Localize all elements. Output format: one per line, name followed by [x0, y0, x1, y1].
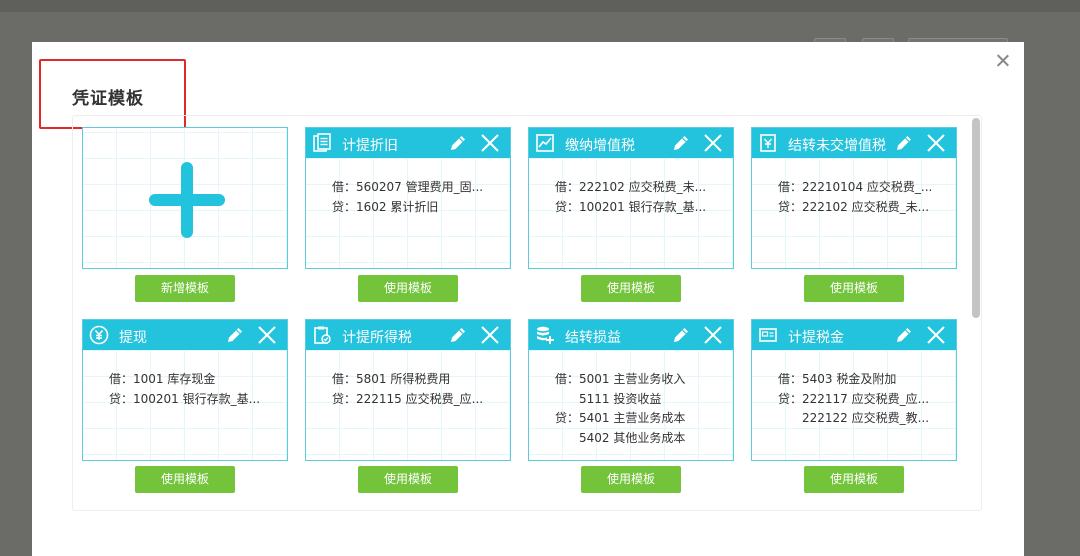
entry-line: 贷：222115 应交税费_应... [332, 391, 484, 406]
card-title: 结转损益 [565, 330, 621, 346]
template-card: 结转未交增值税 借：22210104 应交税费_... 贷：222102 应交税… [751, 127, 957, 269]
close-icon[interactable] [703, 133, 723, 153]
entry-line: 222122 应交税费_教... [778, 411, 930, 425]
pencil-icon[interactable] [894, 133, 914, 153]
use-template-button[interactable]: 使用模板 [358, 466, 458, 493]
pencil-icon[interactable] [448, 325, 468, 345]
card-header: 缴纳增值税 [529, 128, 733, 158]
entry-line: 借：1001 库存现金 [109, 372, 216, 386]
clipboard-check-icon [314, 326, 331, 344]
close-icon[interactable] [703, 325, 723, 345]
template-card: 计提所得税 借：5801 所得税费用 贷：222115 应交税费_应... [305, 319, 511, 461]
entry-line: 借：5403 税金及附加 [778, 372, 897, 386]
pencil-icon[interactable] [894, 325, 914, 345]
yen-circle-icon [89, 325, 109, 345]
document-list-icon [313, 133, 331, 152]
pencil-icon[interactable] [671, 325, 691, 345]
background-top-bar [0, 0, 1080, 12]
pencil-icon[interactable] [671, 133, 691, 153]
yen-transfer-icon [760, 134, 776, 152]
entry-line: 5111 投资收益 [555, 391, 662, 406]
entry-lines: 借：5403 税金及附加 贷：222117 应交税费_应... 222122 应… [778, 370, 929, 429]
use-template-button[interactable]: 使用模板 [135, 466, 235, 493]
use-template-button[interactable]: 使用模板 [804, 466, 904, 493]
use-template-button[interactable]: 使用模板 [581, 466, 681, 493]
entry-lines: 借：222102 应交税费_未... 贷：100201 银行存款_基... [555, 178, 706, 217]
template-card: 提现 借：1001 库存现金 贷：100201 银行存款_基... [82, 319, 288, 461]
close-icon[interactable] [480, 133, 500, 153]
entry-line: 贷：222102 应交税费_未... [778, 199, 930, 214]
card-title: 缴纳增值税 [565, 138, 635, 154]
entry-line: 借：222102 应交税费_未... [555, 180, 707, 194]
card-title: 计提折旧 [342, 138, 398, 154]
close-icon[interactable] [257, 325, 277, 345]
entry-line: 5402 其他业务成本 [555, 430, 686, 445]
entry-line: 贷：5401 主营业务成本 [555, 411, 686, 425]
entry-lines: 借：1001 库存现金 贷：100201 银行存款_基... [109, 370, 260, 409]
close-icon[interactable] [992, 50, 1014, 72]
entry-line: 贷：100201 银行存款_基... [109, 391, 261, 406]
close-icon[interactable] [926, 325, 946, 345]
entry-line: 借：5801 所得税费用 [332, 372, 451, 386]
close-icon[interactable] [926, 133, 946, 153]
add-template-button[interactable]: 新增模板 [135, 275, 235, 302]
use-template-button[interactable]: 使用模板 [358, 275, 458, 302]
entry-lines: 借：5001 主营业务收入 5111 投资收益 贷：5401 主营业务成本 54… [555, 370, 685, 448]
use-template-button[interactable]: 使用模板 [804, 275, 904, 302]
card-header: 计提税金 [752, 320, 956, 350]
entry-line: 贷：100201 银行存款_基... [555, 199, 707, 214]
card-title: 提现 [119, 330, 147, 346]
card-header: 提现 [83, 320, 287, 350]
card-header: 计提所得税 [306, 320, 510, 350]
entry-lines: 借：5801 所得税费用 贷：222115 应交税费_应... [332, 370, 483, 409]
entry-line: 借：560207 管理费用_固... [332, 180, 484, 194]
tax-tag-icon [759, 328, 777, 342]
use-template-button[interactable]: 使用模板 [581, 275, 681, 302]
entry-line: 借：22210104 应交税费_... [778, 180, 933, 194]
entry-line: 借：5001 主营业务收入 [555, 372, 686, 386]
new-template-card[interactable] [82, 127, 288, 269]
entry-line: 贷：1602 累计折旧 [332, 199, 439, 214]
card-title: 计提税金 [788, 330, 844, 346]
entry-lines: 借：560207 管理费用_固... 贷：1602 累计折旧 [332, 178, 483, 217]
card-header: 结转损益 [529, 320, 733, 350]
template-card: 缴纳增值税 借：222102 应交税费_未... 贷：100201 银行存款_基… [528, 127, 734, 269]
entry-line: 贷：222117 应交税费_应... [778, 391, 930, 406]
line-chart-icon [536, 134, 554, 152]
template-card: 计提折旧 借：560207 管理费用_固... 贷：1602 累计折旧 [305, 127, 511, 269]
template-card: 计提税金 借：5403 税金及附加 贷：222117 应交税费_应... 222… [751, 319, 957, 461]
pencil-icon[interactable] [225, 325, 245, 345]
card-title: 结转未交增值税 [788, 138, 886, 154]
pencil-icon[interactable] [448, 133, 468, 153]
template-card: 结转损益 借：5001 主营业务收入 5111 投资收益 贷：5401 主营业务… [528, 319, 734, 461]
vertical-scrollbar[interactable] [972, 118, 980, 318]
card-title: 计提所得税 [342, 330, 412, 346]
close-icon[interactable] [480, 325, 500, 345]
plus-icon-bar [149, 194, 225, 206]
dialog-title: 凭证模板 [72, 89, 144, 109]
entry-lines: 借：22210104 应交税费_... 贷：222102 应交税费_未... [778, 178, 932, 217]
card-header: 结转未交增值税 [752, 128, 956, 158]
card-header: 计提折旧 [306, 128, 510, 158]
database-plus-icon [537, 326, 554, 344]
